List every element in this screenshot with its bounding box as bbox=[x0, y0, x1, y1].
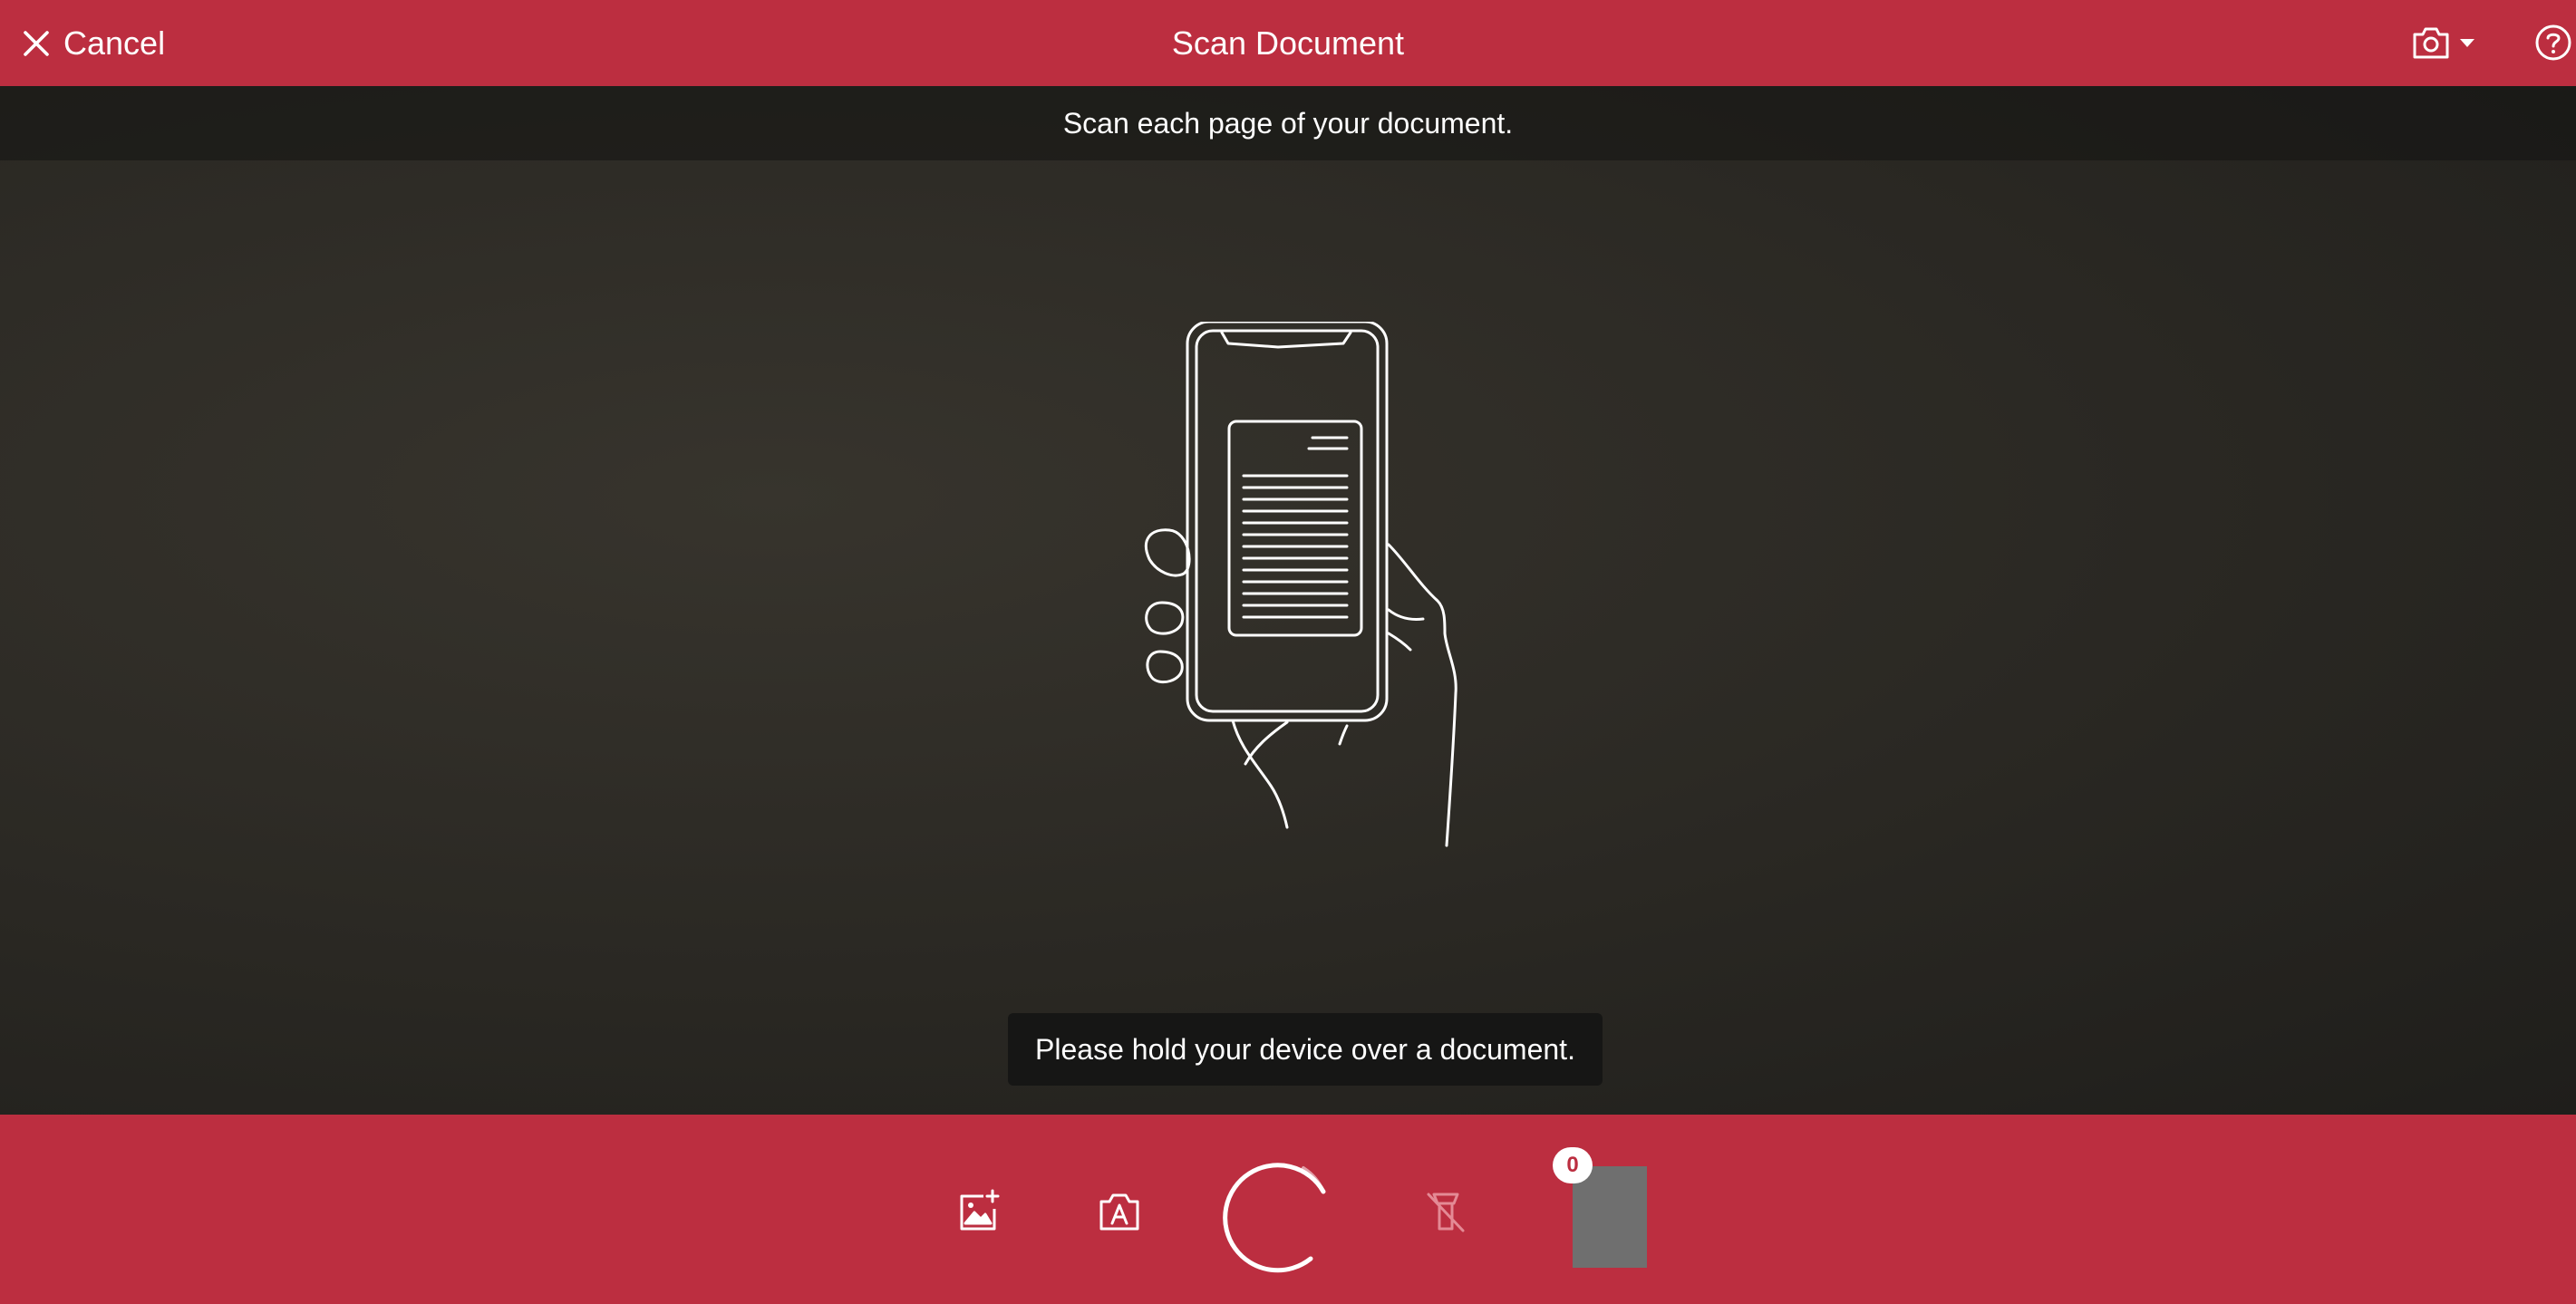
shutter-button[interactable] bbox=[1222, 1155, 1340, 1273]
header-bar: Cancel Scan Document bbox=[0, 0, 2576, 86]
flash-off-icon bbox=[1427, 1193, 1465, 1232]
camera-viewport: Scan each page of your document. Please … bbox=[0, 86, 2576, 1115]
text-recognition-camera-icon bbox=[1099, 1193, 1139, 1231]
cancel-label: Cancel bbox=[63, 24, 166, 62]
status-toast: Please hold your device over a document. bbox=[1008, 1013, 1603, 1086]
camera-icon bbox=[2413, 27, 2449, 59]
hand-holding-phone-illustration bbox=[1144, 322, 1457, 847]
help-icon bbox=[2535, 24, 2571, 61]
close-icon bbox=[24, 30, 49, 56]
page-count-badge: 0 bbox=[1553, 1147, 1593, 1183]
scan-document-screen: Cancel Scan Document Scan each page of y… bbox=[0, 0, 2576, 1304]
scanned-pages-thumbnail[interactable] bbox=[1573, 1166, 1647, 1268]
import-image-button[interactable] bbox=[954, 1187, 1003, 1236]
page-title: Scan Document bbox=[1171, 24, 1405, 62]
add-image-icon bbox=[960, 1189, 1000, 1231]
capture-spinner-icon bbox=[1223, 1163, 1326, 1273]
cancel-button[interactable]: Cancel bbox=[20, 0, 165, 86]
instruction-bar: Scan each page of your document. bbox=[0, 86, 2576, 160]
status-toast-text: Please hold your device over a document. bbox=[1035, 1032, 1575, 1066]
flash-toggle-button[interactable] bbox=[1421, 1187, 1470, 1236]
caret-down-icon bbox=[2460, 39, 2474, 47]
help-button[interactable] bbox=[2534, 24, 2572, 62]
camera-select-button[interactable] bbox=[2411, 20, 2480, 65]
instruction-text: Scan each page of your document. bbox=[1062, 106, 1514, 140]
text-capture-mode-button[interactable] bbox=[1095, 1187, 1144, 1236]
